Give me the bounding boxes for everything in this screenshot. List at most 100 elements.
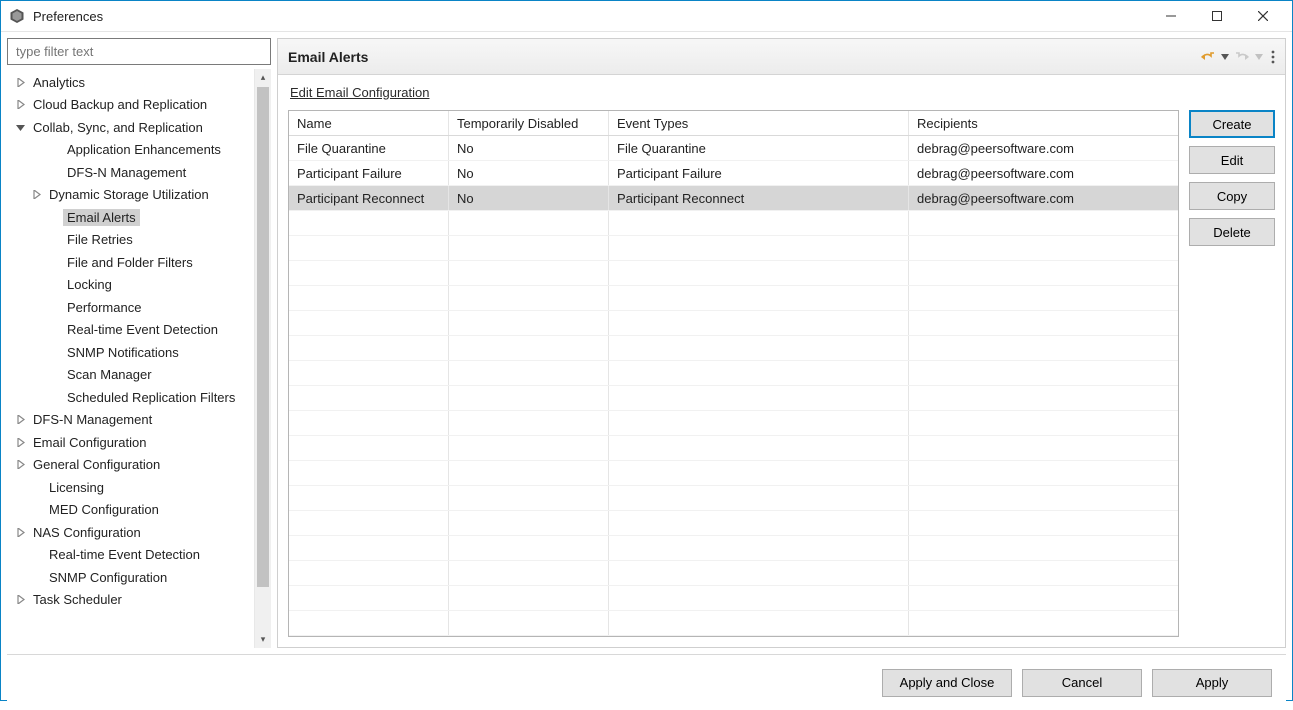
minimize-button[interactable] xyxy=(1148,1,1194,31)
tree-item[interactable]: Task Scheduler xyxy=(7,589,254,612)
apply-button[interactable]: Apply xyxy=(1152,669,1272,697)
edit-button[interactable]: Edit xyxy=(1189,146,1275,174)
table-row[interactable] xyxy=(289,611,1178,636)
maximize-button[interactable] xyxy=(1194,1,1240,31)
col-disabled[interactable]: Temporarily Disabled xyxy=(449,111,609,135)
tree-item[interactable]: SNMP Notifications xyxy=(7,341,254,364)
table-row[interactable]: File QuarantineNoFile Quarantinedebrag@p… xyxy=(289,136,1178,161)
tree-item[interactable]: SNMP Configuration xyxy=(7,566,254,589)
table-row[interactable] xyxy=(289,486,1178,511)
tree-item[interactable]: NAS Configuration xyxy=(7,521,254,544)
tree-item[interactable]: File Retries xyxy=(7,229,254,252)
table-row[interactable] xyxy=(289,361,1178,386)
tree-item[interactable]: Analytics xyxy=(7,71,254,94)
filter-box xyxy=(7,38,271,65)
alerts-table[interactable]: Name Temporarily Disabled Event Types Re… xyxy=(288,110,1179,637)
filter-input[interactable] xyxy=(8,39,270,64)
cell-events: Participant Failure xyxy=(609,161,909,185)
tree-item-label: Licensing xyxy=(45,479,108,496)
tree-scrollbar[interactable]: ▴ ▾ xyxy=(254,69,271,648)
table-row[interactable]: Participant ReconnectNoParticipant Recon… xyxy=(289,186,1178,211)
tree-item[interactable]: Locking xyxy=(7,274,254,297)
tree-spacer xyxy=(47,143,61,157)
tree-item[interactable]: Email Configuration xyxy=(7,431,254,454)
delete-button[interactable]: Delete xyxy=(1189,218,1275,246)
table-row[interactable] xyxy=(289,211,1178,236)
chevron-right-icon[interactable] xyxy=(13,458,27,472)
tree-item[interactable]: Email Alerts xyxy=(7,206,254,229)
tree-spacer xyxy=(47,233,61,247)
tree-item[interactable]: File and Folder Filters xyxy=(7,251,254,274)
table-row[interactable] xyxy=(289,461,1178,486)
tree-item[interactable]: Collab, Sync, and Replication xyxy=(7,116,254,139)
table-row[interactable] xyxy=(289,286,1178,311)
cell-disabled: No xyxy=(449,161,609,185)
chevron-right-icon[interactable] xyxy=(13,593,27,607)
create-button[interactable]: Create xyxy=(1189,110,1275,138)
panel-header: Email Alerts xyxy=(278,39,1285,75)
table-row[interactable] xyxy=(289,411,1178,436)
forward-dropdown-icon[interactable] xyxy=(1254,48,1264,66)
col-events[interactable]: Event Types xyxy=(609,111,909,135)
tree-item[interactable]: MED Configuration xyxy=(7,499,254,522)
forward-icon[interactable] xyxy=(1233,48,1251,66)
close-button[interactable] xyxy=(1240,1,1286,31)
tree-spacer xyxy=(47,300,61,314)
table-row[interactable] xyxy=(289,586,1178,611)
cancel-button[interactable]: Cancel xyxy=(1022,669,1142,697)
apply-and-close-button[interactable]: Apply and Close xyxy=(882,669,1012,697)
tree-item[interactable]: Cloud Backup and Replication xyxy=(7,94,254,117)
chevron-right-icon[interactable] xyxy=(13,75,27,89)
chevron-right-icon[interactable] xyxy=(13,98,27,112)
tree-item[interactable]: Real-time Event Detection xyxy=(7,319,254,342)
table-row[interactable] xyxy=(289,511,1178,536)
scroll-down-icon[interactable]: ▾ xyxy=(255,631,271,648)
back-dropdown-icon[interactable] xyxy=(1220,48,1230,66)
table-row[interactable]: Participant FailureNoParticipant Failure… xyxy=(289,161,1178,186)
tree-item[interactable]: Scan Manager xyxy=(7,364,254,387)
scroll-thumb[interactable] xyxy=(257,87,269,587)
cell-events: File Quarantine xyxy=(609,136,909,160)
tree-spacer xyxy=(47,368,61,382)
tree-item-label: File and Folder Filters xyxy=(63,254,197,271)
tree-item[interactable]: Dynamic Storage Utilization xyxy=(7,184,254,207)
tree-item-label: Cloud Backup and Replication xyxy=(29,96,211,113)
table-row[interactable] xyxy=(289,236,1178,261)
tree-item-label: DFS-N Management xyxy=(29,411,156,428)
back-icon[interactable] xyxy=(1199,48,1217,66)
chevron-right-icon[interactable] xyxy=(13,525,27,539)
tree-item-label: General Configuration xyxy=(29,456,164,473)
table-row[interactable] xyxy=(289,311,1178,336)
table-row[interactable] xyxy=(289,561,1178,586)
edit-email-config-link[interactable]: Edit Email Configuration xyxy=(290,85,1275,100)
tree-item[interactable]: DFS-N Management xyxy=(7,161,254,184)
chevron-right-icon[interactable] xyxy=(13,435,27,449)
tree-item-label: Application Enhancements xyxy=(63,141,225,158)
col-name[interactable]: Name xyxy=(289,111,449,135)
tree-item[interactable]: Real-time Event Detection xyxy=(7,544,254,567)
tree-spacer xyxy=(47,278,61,292)
cell-recipients: debrag@peersoftware.com xyxy=(909,186,1178,210)
table-row[interactable] xyxy=(289,386,1178,411)
nav-tree[interactable]: Analytics Cloud Backup and Replication Col… xyxy=(7,69,254,648)
menu-icon[interactable] xyxy=(1267,48,1279,66)
chevron-right-icon[interactable] xyxy=(13,413,27,427)
col-recipients[interactable]: Recipients xyxy=(909,111,1178,135)
table-row[interactable] xyxy=(289,261,1178,286)
tree-item-label: Email Alerts xyxy=(63,209,140,226)
tree-item[interactable]: Application Enhancements xyxy=(7,139,254,162)
copy-button[interactable]: Copy xyxy=(1189,182,1275,210)
tree-item[interactable]: Licensing xyxy=(7,476,254,499)
tree-spacer xyxy=(29,503,43,517)
table-row[interactable] xyxy=(289,336,1178,361)
tree-item[interactable]: Scheduled Replication Filters xyxy=(7,386,254,409)
dialog-footer: Apply and Close Cancel Apply xyxy=(7,654,1286,710)
scroll-up-icon[interactable]: ▴ xyxy=(255,69,271,86)
tree-item[interactable]: DFS-N Management xyxy=(7,409,254,432)
tree-item[interactable]: General Configuration xyxy=(7,454,254,477)
chevron-right-icon[interactable] xyxy=(29,188,43,202)
tree-item[interactable]: Performance xyxy=(7,296,254,319)
chevron-down-icon[interactable] xyxy=(13,120,27,134)
table-row[interactable] xyxy=(289,536,1178,561)
table-row[interactable] xyxy=(289,436,1178,461)
